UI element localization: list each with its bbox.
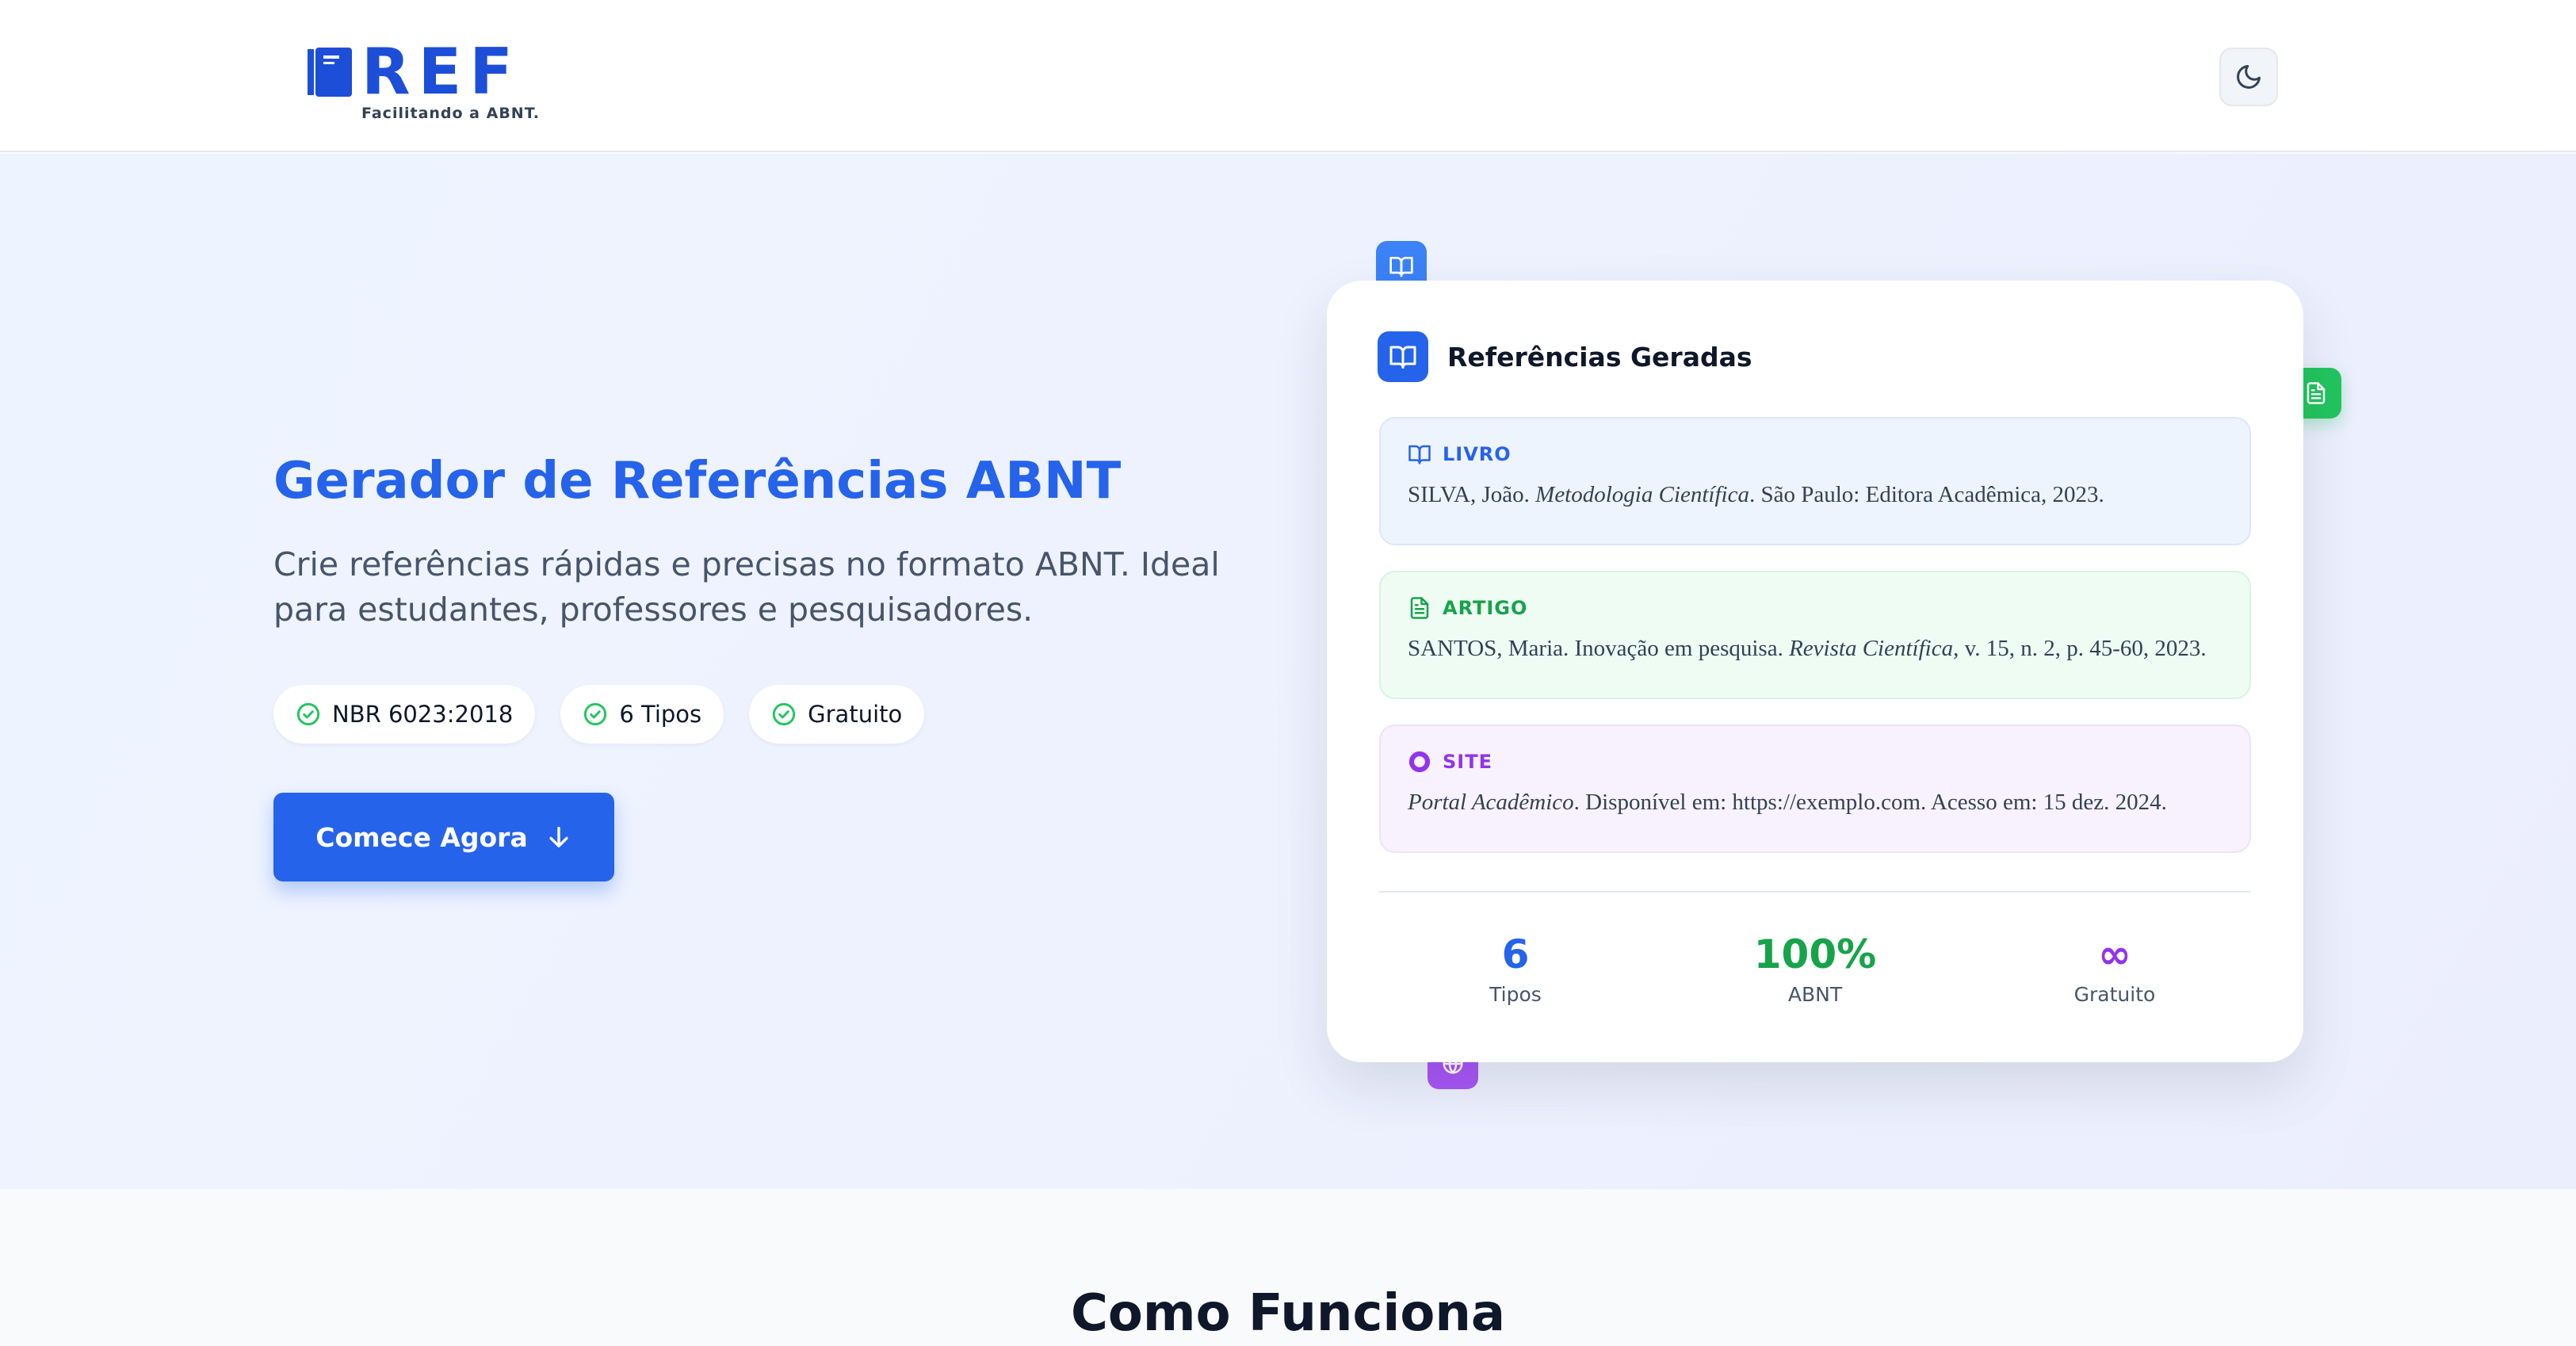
card-title: Referências Geradas (1447, 341, 1752, 373)
logo[interactable]: REF Facilitando a ABNT. (308, 36, 561, 127)
pill-label: 6 Tipos (619, 701, 702, 728)
globe-icon (1408, 751, 1431, 773)
logo-tagline: Facilitando a ABNT. (361, 105, 541, 122)
file-text-icon (2307, 382, 2326, 404)
pill-tipos: 6 Tipos (560, 685, 724, 744)
pill-label: NBR 6023:2018 (332, 701, 514, 728)
book-open-icon (1408, 445, 1431, 465)
section-title: Como Funciona (1070, 1284, 1506, 1343)
reference-type: SITE (1408, 750, 2222, 774)
reference-text: Portal Acadêmico. Disponível em: https:/… (1408, 790, 2167, 815)
divider (1379, 891, 2251, 893)
stat-abnt: 100% ABNT (1696, 931, 1934, 1006)
reference-type-label: SITE (1443, 751, 1492, 773)
reference-type: LIVRO (1408, 442, 2222, 466)
book-logo-icon (308, 48, 352, 97)
stat-value: 100% (1753, 931, 1877, 977)
top-header: REF Facilitando a ABNT. (0, 0, 2576, 152)
check-circle-icon (773, 702, 796, 726)
hero-section: Gerador de Referências ABNT Crie referên… (0, 154, 2576, 1189)
stat-label: Gratuito (2073, 983, 2156, 1006)
stat-value: ∞ (2098, 931, 2131, 977)
pill-gratuito: Gratuito (749, 685, 925, 744)
card-header: Referências Geradas (1378, 331, 1752, 382)
logo-text: REF (361, 35, 521, 109)
reference-text: SILVA, João. Metodologia Científica. São… (1408, 482, 2104, 507)
reference-item-site: SITE Portal Acadêmico. Disponível em: ht… (1379, 725, 2251, 853)
stat-value: 6 (1501, 931, 1530, 977)
reference-item-artigo: ARTIGO SANTOS, Maria. Inovação em pesqui… (1379, 571, 2251, 699)
theme-toggle-button[interactable] (2219, 48, 2278, 106)
reference-type: ARTIGO (1408, 596, 2222, 620)
check-circle-icon (584, 702, 607, 726)
reference-type-label: LIVRO (1443, 443, 1512, 465)
cta-label: Comece Agora (315, 821, 528, 853)
pill-label: Gratuito (808, 701, 903, 728)
feature-pills: NBR 6023:2018 6 Tipos Gratuito (273, 685, 925, 744)
pill-nbr: NBR 6023:2018 (273, 685, 536, 744)
book-open-icon (1389, 257, 1413, 277)
reference-type-label: ARTIGO (1443, 597, 1528, 619)
check-circle-icon (296, 702, 320, 726)
stat-label: ABNT (1787, 983, 1843, 1006)
stat-label: Tipos (1489, 983, 1542, 1006)
hero-title: Gerador de Referências ABNT (273, 452, 1122, 510)
references-card: Referências Geradas LIVRO SILVA, João. M… (1327, 281, 2303, 1062)
stat-tipos: 6 Tipos (1397, 931, 1634, 1006)
start-now-button[interactable]: Comece Agora (273, 793, 614, 881)
stat-gratuito: ∞ Gratuito (1996, 931, 2234, 1006)
moon-icon (2237, 65, 2261, 89)
file-text-icon (1410, 597, 1429, 619)
hero-subtitle: Crie referências rápidas e precisas no f… (273, 545, 1220, 629)
reference-item-livro: LIVRO SILVA, João. Metodologia Científic… (1379, 417, 2251, 545)
reference-text: SANTOS, Maria. Inovação em pesquisa. Rev… (1408, 636, 2207, 661)
arrow-down-icon (549, 826, 568, 848)
book-open-icon (1378, 331, 1428, 382)
